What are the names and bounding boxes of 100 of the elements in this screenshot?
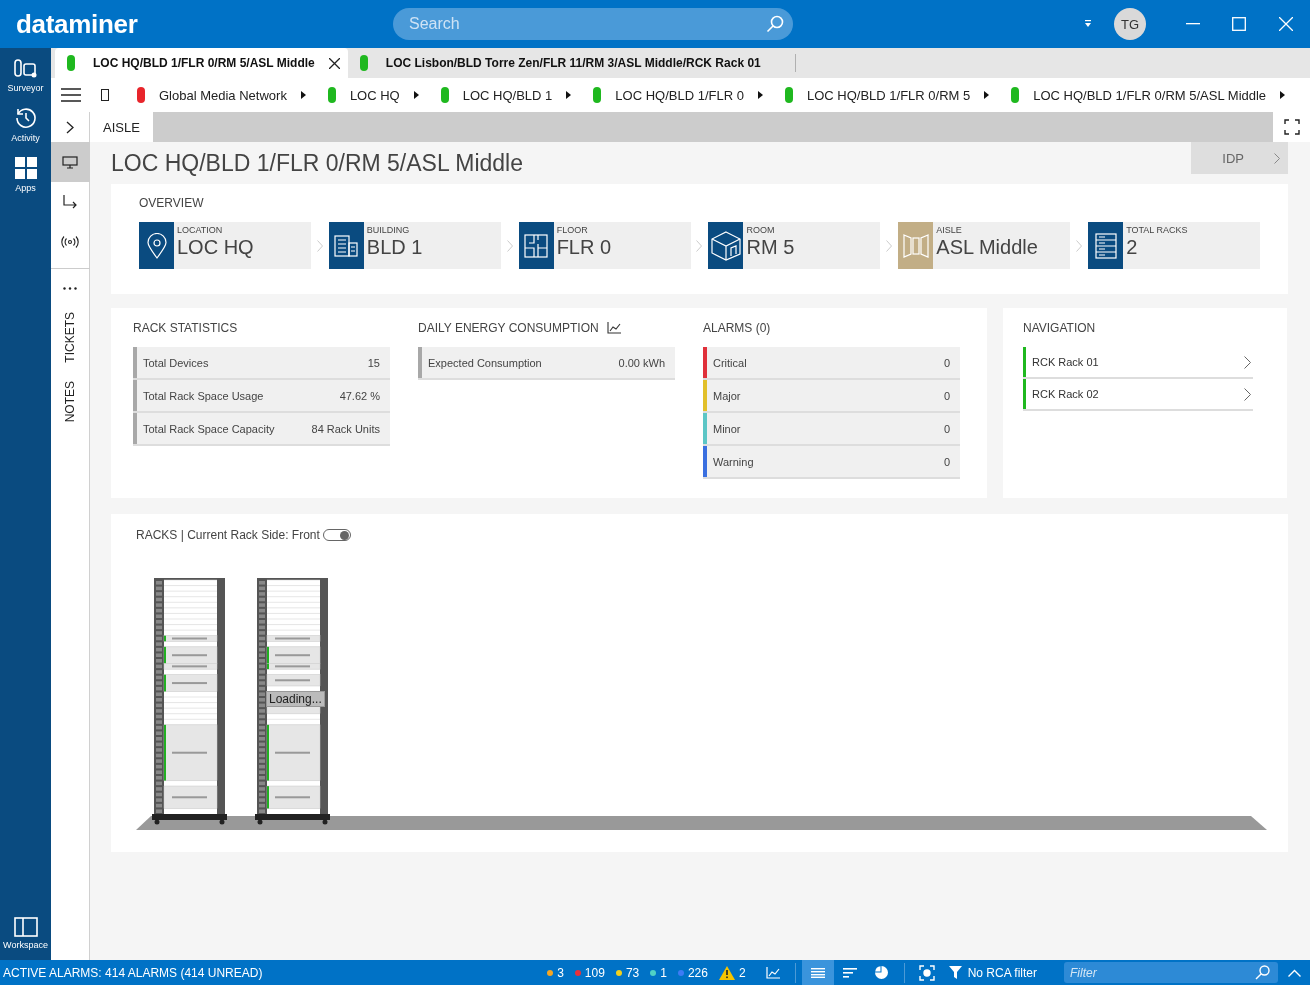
stat-row: Major 0 <box>703 380 960 413</box>
maximize-icon[interactable] <box>1232 17 1246 31</box>
warning-icon[interactable] <box>718 965 735 980</box>
alarm-count[interactable]: 73 <box>615 965 640 980</box>
status-indicator <box>593 87 602 103</box>
status-indicator <box>327 87 336 103</box>
loading-label: Loading... <box>266 691 325 707</box>
breadcrumb-link[interactable]: Global Media Network <box>159 87 287 103</box>
overview-tile[interactable]: TOTAL RACKS 2 <box>1088 222 1260 269</box>
status-indicator <box>784 87 793 103</box>
chevron-icon[interactable] <box>1244 387 1251 401</box>
section-heading: RACKS | Current Rack Side: Front <box>136 528 320 542</box>
rack-side-toggle[interactable] <box>322 529 351 541</box>
broadcast-icon[interactable] <box>61 236 79 248</box>
more-icon[interactable] <box>63 287 77 290</box>
alarm-count[interactable]: 1 <box>650 965 667 980</box>
sort-icon[interactable] <box>842 967 857 978</box>
warning-count[interactable]: 2 <box>738 965 746 980</box>
section-tab[interactable]: AISLE <box>90 112 153 142</box>
trend-chart-icon[interactable] <box>606 322 621 334</box>
chevron-icon <box>1076 239 1083 252</box>
idp-button[interactable]: IDP <box>1191 142 1288 174</box>
chevron-icon[interactable] <box>1244 355 1251 369</box>
minimize-icon[interactable] <box>1186 23 1200 25</box>
active-alarms-summary[interactable]: ACTIVE ALARMS: 414 ALARMS (414 UNREAD) <box>3 965 263 980</box>
user-avatar[interactable]: TG <box>1114 8 1146 40</box>
navigation-item[interactable]: RCK Rack 02 <box>1023 379 1253 411</box>
section-heading: RACK STATISTICS <box>133 321 239 335</box>
building-icon <box>334 234 359 257</box>
overview-tile[interactable]: BUILDING BLD 1 <box>328 222 501 269</box>
side-tab[interactable]: NOTES <box>63 380 77 422</box>
stat-row: Warning 0 <box>703 446 960 479</box>
chevron-icon <box>886 239 893 252</box>
stat-row: Total Rack Space Usage 47.62 % <box>133 380 390 413</box>
section-heading: OVERVIEW <box>139 196 205 210</box>
device-icon[interactable] <box>101 89 109 101</box>
close-icon[interactable] <box>328 57 340 69</box>
breadcrumb-link[interactable]: LOC HQ/BLD 1/FLR 0 <box>615 87 744 103</box>
page-title: LOC HQ/BLD 1/FLR 0/RM 5/ASL Middle <box>111 150 523 177</box>
chevron-icon <box>506 239 513 252</box>
focus-icon[interactable] <box>918 964 935 981</box>
menu-icon[interactable] <box>61 88 81 102</box>
search-icon[interactable] <box>1255 965 1270 980</box>
sidebar-label[interactable]: Workspace <box>3 940 48 950</box>
caret-icon[interactable] <box>757 91 763 99</box>
sidebar-label[interactable]: Activity <box>11 133 40 143</box>
status-indicator <box>1011 87 1020 103</box>
overview-tile[interactable]: ROOM RM 5 <box>708 222 881 269</box>
list-view-icon[interactable] <box>810 967 825 978</box>
expand-icon[interactable] <box>66 120 74 134</box>
breadcrumb-link[interactable]: LOC HQ/BLD 1/FLR 0/RM 5/ASL Middle <box>1033 87 1267 103</box>
alarm-count[interactable]: 226 <box>677 965 708 980</box>
search-field[interactable]: Search <box>393 8 793 40</box>
aisle-icon <box>901 233 930 258</box>
chevron-icon[interactable] <box>1274 152 1280 164</box>
overview-tile[interactable]: AISLE ASL Middle <box>898 222 1071 269</box>
document-tab[interactable]: LOC HQ/BLD 1/FLR 0/RM 5/ASL Middle <box>55 48 348 78</box>
breadcrumb-link[interactable]: LOC HQ/BLD 1/FLR 0/RM 5 <box>806 87 971 103</box>
sidebar-label[interactable]: Surveyor <box>7 83 44 93</box>
chevron-up-icon[interactable] <box>1287 968 1301 977</box>
filter-icon[interactable] <box>948 966 962 979</box>
status-indicator <box>67 55 75 71</box>
status-indicator <box>440 87 449 103</box>
cube-icon <box>711 230 741 261</box>
fullscreen-icon[interactable] <box>1283 119 1300 135</box>
dropdown-icon[interactable] <box>1084 20 1092 28</box>
side-tab[interactable]: TICKETS <box>63 312 77 363</box>
section-heading: ALARMS (0) <box>703 321 772 335</box>
line-chart-icon[interactable] <box>765 966 780 979</box>
pie-chart-icon[interactable] <box>875 966 889 979</box>
navigation-item[interactable]: RCK Rack 01 <box>1023 347 1253 379</box>
stat-row: Minor 0 <box>703 413 960 446</box>
chevron-icon <box>316 239 323 252</box>
rack-list-icon <box>1094 232 1117 259</box>
stat-row: Critical 0 <box>703 347 960 380</box>
caret-icon[interactable] <box>566 91 572 99</box>
surveyor-icon[interactable] <box>12 58 39 80</box>
stat-row: Total Devices 15 <box>133 347 390 380</box>
filter-field[interactable]: Filter <box>1064 962 1278 983</box>
apps-icon[interactable] <box>13 156 38 180</box>
search-icon[interactable] <box>766 15 784 33</box>
caret-icon[interactable] <box>1280 91 1286 99</box>
monitor-icon[interactable] <box>62 155 78 169</box>
section-heading: NAVIGATION <box>1023 321 1097 335</box>
caret-icon[interactable] <box>984 91 990 99</box>
overview-tile[interactable]: FLOOR FLR 0 <box>518 222 691 269</box>
overview-tile[interactable]: LOCATION LOC HQ <box>139 222 311 269</box>
caret-icon[interactable] <box>413 91 419 99</box>
alarm-count[interactable]: 3 <box>547 965 564 980</box>
breadcrumb-link[interactable]: LOC HQ <box>349 87 400 103</box>
alarm-count[interactable]: 109 <box>574 965 605 980</box>
breadcrumb-link[interactable]: LOC HQ/BLD 1 <box>462 87 553 103</box>
document-tab[interactable]: LOC Lisbon/BLD Torre Zen/FLR 11/RM 3/ASL Middle/RCK Rack 01 <box>347 54 796 72</box>
history-icon[interactable] <box>13 106 38 130</box>
stat-row: Total Rack Space Capacity 84 Rack Units <box>133 413 390 446</box>
workspace-icon[interactable] <box>13 917 38 937</box>
caret-icon[interactable] <box>300 91 306 99</box>
sidebar-label[interactable]: Apps <box>15 183 36 193</box>
route-icon[interactable] <box>62 195 78 209</box>
rca-filter[interactable]: No RCA filter <box>967 965 1037 980</box>
